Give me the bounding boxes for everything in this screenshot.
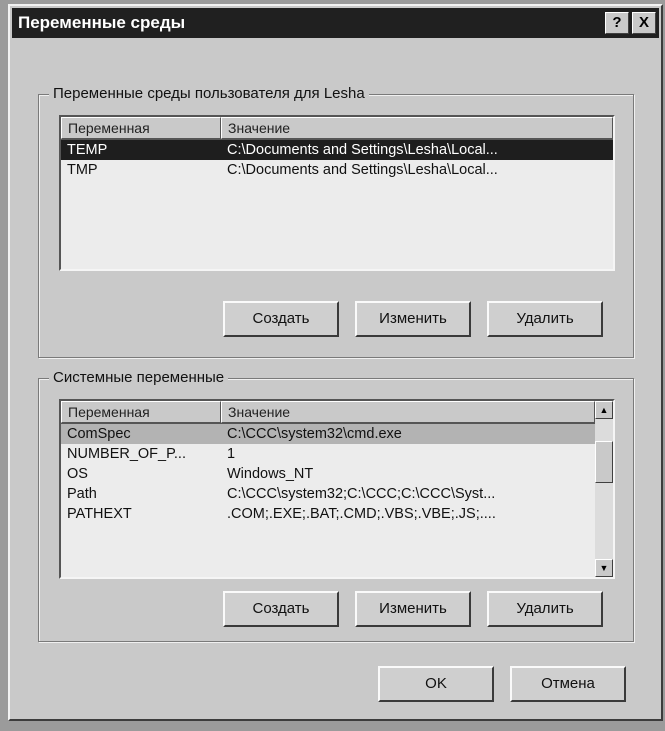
variable-name: TEMP — [67, 142, 108, 158]
user-variables-group: Переменные среды пользователя для Lesha … — [38, 85, 634, 358]
variable-name: NUMBER_OF_P... — [67, 446, 186, 462]
table-row[interactable]: ComSpec C:\CCC\system32\cmd.exe — [61, 424, 595, 444]
variable-value: C:\CCC\system32;C:\CCC;C:\CCC\Syst... — [227, 486, 496, 502]
system-variables-list[interactable]: Переменная Значение ComSpec C:\CCC\syste… — [59, 399, 615, 579]
close-button[interactable]: X — [632, 12, 656, 34]
variable-name: TMP — [67, 162, 98, 178]
column-header-value[interactable]: Значение — [221, 401, 595, 423]
column-header-variable[interactable]: Переменная — [61, 401, 221, 423]
title-bar: Переменные среды ? X — [12, 8, 659, 38]
variable-value: C:\Documents and Settings\Lesha\Local... — [227, 142, 498, 158]
table-row[interactable]: NUMBER_OF_P... 1 — [61, 444, 595, 464]
user-variables-list[interactable]: Переменная Значение TEMP C:\Documents an… — [59, 115, 615, 271]
variable-name: ComSpec — [67, 426, 131, 442]
vertical-scrollbar[interactable]: ▲ ▼ — [595, 401, 613, 577]
variable-name: PATHEXT — [67, 506, 132, 522]
table-row[interactable]: PATHEXT .COM;.EXE;.BAT;.CMD;.VBS;.VBE;.J… — [61, 504, 595, 524]
variable-name: Path — [67, 486, 97, 502]
variable-value: C:\Documents and Settings\Lesha\Local... — [227, 162, 498, 178]
scroll-down-arrow-icon[interactable]: ▼ — [595, 559, 613, 577]
user-create-button[interactable]: Создать — [223, 301, 339, 337]
scrollbar-thumb[interactable] — [595, 441, 613, 483]
table-row[interactable]: TMP C:\Documents and Settings\Lesha\Loca… — [61, 160, 613, 180]
column-header-variable[interactable]: Переменная — [61, 117, 221, 139]
column-header-value[interactable]: Значение — [221, 117, 613, 139]
table-row[interactable]: Path C:\CCC\system32;C:\CCC;C:\CCC\Syst.… — [61, 484, 595, 504]
user-list-header: Переменная Значение — [61, 117, 613, 140]
user-edit-button[interactable]: Изменить — [355, 301, 471, 337]
user-variables-legend: Переменные среды пользователя для Lesha — [49, 85, 369, 102]
system-delete-button[interactable]: Удалить — [487, 591, 603, 627]
table-row[interactable]: OS Windows_NT — [61, 464, 595, 484]
variable-value: Windows_NT — [227, 466, 314, 482]
system-list-header: Переменная Значение — [61, 401, 595, 424]
user-delete-button[interactable]: Удалить — [487, 301, 603, 337]
system-variables-legend: Системные переменные — [49, 369, 229, 386]
system-edit-button[interactable]: Изменить — [355, 591, 471, 627]
environment-variables-dialog: Переменные среды ? X Переменные среды по… — [8, 4, 663, 721]
system-variables-group: Системные переменные Переменная Значение… — [38, 369, 634, 642]
table-row[interactable]: TEMP C:\Documents and Settings\Lesha\Loc… — [61, 140, 613, 160]
variable-value: C:\CCC\system32\cmd.exe — [227, 426, 402, 442]
ok-button[interactable]: OK — [378, 666, 494, 702]
window-title: Переменные среды — [18, 13, 186, 32]
help-button[interactable]: ? — [605, 12, 629, 34]
variable-value: 1 — [227, 446, 236, 462]
variable-name: OS — [67, 466, 88, 482]
cancel-button[interactable]: Отмена — [510, 666, 626, 702]
scroll-up-arrow-icon[interactable]: ▲ — [595, 401, 613, 419]
system-create-button[interactable]: Создать — [223, 591, 339, 627]
variable-value: .COM;.EXE;.BAT;.CMD;.VBS;.VBE;.JS;.... — [227, 506, 496, 522]
